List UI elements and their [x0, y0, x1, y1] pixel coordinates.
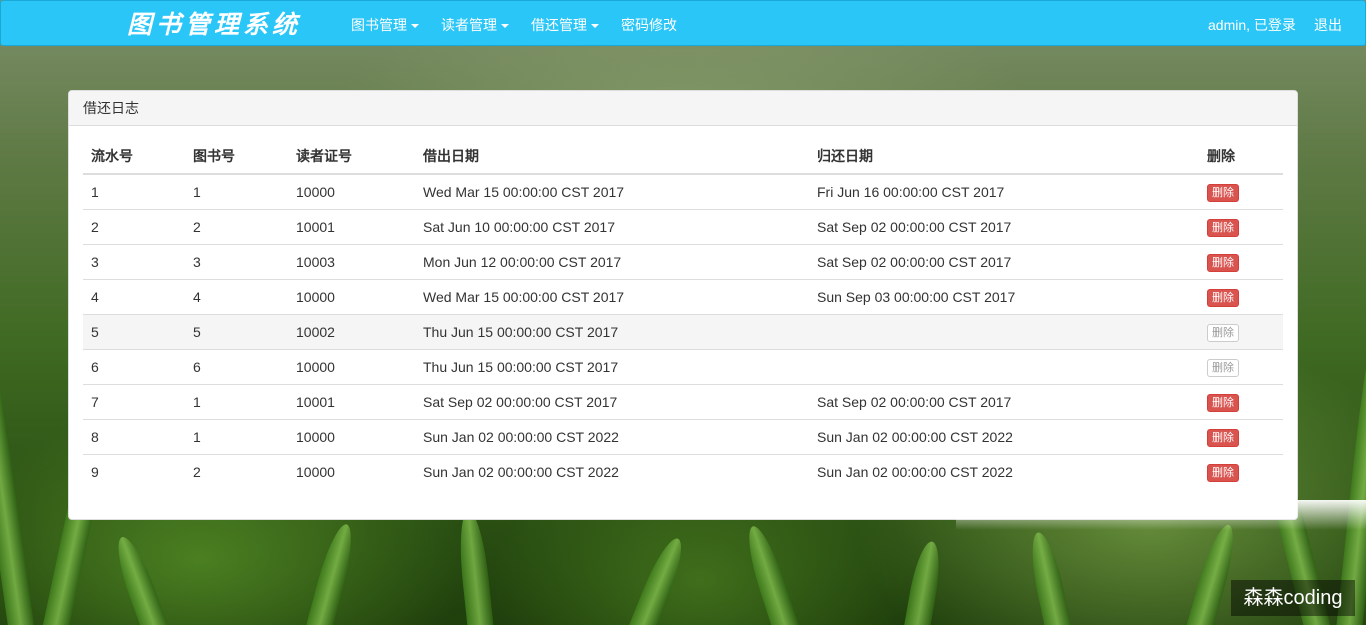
overlay-highlight: [956, 500, 1366, 530]
nav-lend-management-label: 借还管理: [531, 17, 587, 33]
cell-sernum: 7: [83, 384, 185, 420]
table-row: 3 3 10003 Mon Jun 12 00:00:00 CST 2017 Sat S…: [83, 244, 1283, 280]
nav-reader-management[interactable]: 读者管理: [441, 15, 509, 35]
cell-delete: 删除: [1199, 279, 1283, 315]
cell-lend-date: Sun Jan 02 00:00:00 CST 2022: [415, 454, 809, 489]
delete-button[interactable]: 删除: [1207, 218, 1239, 237]
watermark: 森森coding: [1231, 580, 1355, 616]
delete-button[interactable]: 删除: [1207, 253, 1239, 272]
delete-button[interactable]: 删除: [1207, 183, 1239, 202]
delete-button[interactable]: 删除: [1207, 288, 1239, 307]
cell-book-id: 1: [185, 419, 288, 455]
table-row: 2 2 10001 Sat Jun 10 00:00:00 CST 2017 Sat S…: [83, 209, 1283, 245]
nav-book-management[interactable]: 图书管理: [351, 15, 419, 35]
cell-book-id: 4: [185, 279, 288, 315]
table-row: 6 6 10000 Thu Jun 15 00:00:00 CST 2017 删除: [83, 349, 1283, 385]
cell-sernum: 1: [83, 173, 185, 210]
cell-lend-date: Mon Jun 12 00:00:00 CST 2017: [415, 244, 809, 280]
cell-lend-date: Thu Jun 15 00:00:00 CST 2017: [415, 349, 809, 385]
column-header-book-id: 图书号: [185, 139, 288, 175]
delete-button[interactable]: 删除: [1207, 323, 1239, 342]
cell-sernum: 2: [83, 209, 185, 245]
cell-lend-date: Sat Sep 02 00:00:00 CST 2017: [415, 384, 809, 420]
cell-delete: 删除: [1199, 384, 1283, 420]
column-header-reader-id: 读者证号: [288, 139, 415, 175]
cell-book-id: 1: [185, 173, 288, 210]
cell-lend-date: Wed Mar 15 00:00:00 CST 2017: [415, 279, 809, 315]
cell-delete: 删除: [1199, 244, 1283, 280]
cell-delete: 删除: [1199, 173, 1283, 210]
cell-reader-id: 10001: [288, 209, 415, 245]
cell-lend-date: Wed Mar 15 00:00:00 CST 2017: [415, 173, 809, 210]
caret-down-icon: [591, 24, 599, 29]
nav-lend-management[interactable]: 借还管理: [531, 15, 599, 35]
cell-lend-date: Sat Jun 10 00:00:00 CST 2017: [415, 209, 809, 245]
nav-reader-management-label: 读者管理: [441, 17, 497, 33]
table-row: 9 2 10000 Sun Jan 02 00:00:00 CST 2022 Sun J…: [83, 454, 1283, 489]
cell-book-id: 5: [185, 314, 288, 350]
cell-book-id: 1: [185, 384, 288, 420]
delete-button[interactable]: 删除: [1207, 463, 1239, 482]
cell-back-date: Fri Jun 16 00:00:00 CST 2017: [809, 173, 1199, 210]
cell-sernum: 5: [83, 314, 185, 350]
cell-back-date: Sun Sep 03 00:00:00 CST 2017: [809, 279, 1199, 315]
cell-delete: 删除: [1199, 209, 1283, 245]
cell-lend-date: Sun Jan 02 00:00:00 CST 2022: [415, 419, 809, 455]
cell-reader-id: 10000: [288, 349, 415, 385]
lend-log-table: 流水号 图书号 读者证号 借出日期 归还日期 删除 1 1 10000 Wed Mar…: [83, 139, 1283, 489]
cell-sernum: 9: [83, 454, 185, 489]
cell-reader-id: 10000: [288, 279, 415, 315]
cell-back-date: Sun Jan 02 00:00:00 CST 2022: [809, 454, 1199, 489]
table-header-row: 流水号 图书号 读者证号 借出日期 归还日期 删除: [83, 139, 1283, 175]
column-header-lend-date: 借出日期: [415, 139, 809, 175]
cell-back-date: Sun Jan 02 00:00:00 CST 2022: [809, 419, 1199, 455]
cell-delete: 删除: [1199, 419, 1283, 455]
nav-password-change-label: 密码修改: [621, 17, 677, 33]
table-row: 4 4 10000 Wed Mar 15 00:00:00 CST 2017 Sun S…: [83, 279, 1283, 315]
cell-lend-date: Thu Jun 15 00:00:00 CST 2017: [415, 314, 809, 350]
cell-book-id: 6: [185, 349, 288, 385]
column-header-back-date: 归还日期: [809, 139, 1199, 175]
delete-button[interactable]: 删除: [1207, 428, 1239, 447]
column-header-sernum: 流水号: [83, 139, 185, 175]
caret-down-icon: [501, 24, 509, 29]
cell-back-date: Sat Sep 02 00:00:00 CST 2017: [809, 209, 1199, 245]
cell-back-date: [809, 349, 1199, 385]
cell-sernum: 6: [83, 349, 185, 385]
cell-delete: 删除: [1199, 314, 1283, 350]
cell-book-id: 3: [185, 244, 288, 280]
cell-delete: 删除: [1199, 454, 1283, 489]
table-row: 7 1 10001 Sat Sep 02 00:00:00 CST 2017 Sat S…: [83, 384, 1283, 420]
cell-book-id: 2: [185, 454, 288, 489]
nav-book-management-label: 图书管理: [351, 17, 407, 33]
cell-reader-id: 10000: [288, 419, 415, 455]
cell-sernum: 8: [83, 419, 185, 455]
caret-down-icon: [411, 24, 419, 29]
lend-log-panel: 借还日志 流水号 图书号 读者证号 借出日期 归还日期 删除 1 1 10000 We…: [68, 90, 1298, 520]
cell-sernum: 3: [83, 244, 185, 280]
cell-book-id: 2: [185, 209, 288, 245]
nav-password-change[interactable]: 密码修改: [621, 15, 677, 35]
panel-title: 借还日志: [69, 91, 1297, 126]
cell-reader-id: 10003: [288, 244, 415, 280]
brand-logo[interactable]: 图书管理系统: [127, 5, 301, 41]
table-row: 8 1 10000 Sun Jan 02 00:00:00 CST 2022 Sun J…: [83, 419, 1283, 455]
cell-sernum: 4: [83, 279, 185, 315]
cell-back-date: Sat Sep 02 00:00:00 CST 2017: [809, 244, 1199, 280]
top-navbar: 图书管理系统 图书管理 读者管理 借还管理 密码修改 admin, 已登录 退出: [0, 0, 1366, 46]
delete-button[interactable]: 删除: [1207, 358, 1239, 377]
column-header-delete: 删除: [1199, 139, 1283, 175]
cell-reader-id: 10000: [288, 173, 415, 210]
table-row: 1 1 10000 Wed Mar 15 00:00:00 CST 2017 Fri J…: [83, 173, 1283, 210]
logout-link[interactable]: 退出: [1314, 15, 1342, 35]
cell-delete: 删除: [1199, 349, 1283, 385]
cell-reader-id: 10002: [288, 314, 415, 350]
table-row: 5 5 10002 Thu Jun 15 00:00:00 CST 2017 删除: [83, 314, 1283, 350]
cell-back-date: Sat Sep 02 00:00:00 CST 2017: [809, 384, 1199, 420]
cell-reader-id: 10001: [288, 384, 415, 420]
delete-button[interactable]: 删除: [1207, 393, 1239, 412]
cell-back-date: [809, 314, 1199, 350]
logged-in-user[interactable]: admin, 已登录: [1208, 15, 1296, 35]
cell-reader-id: 10000: [288, 454, 415, 489]
